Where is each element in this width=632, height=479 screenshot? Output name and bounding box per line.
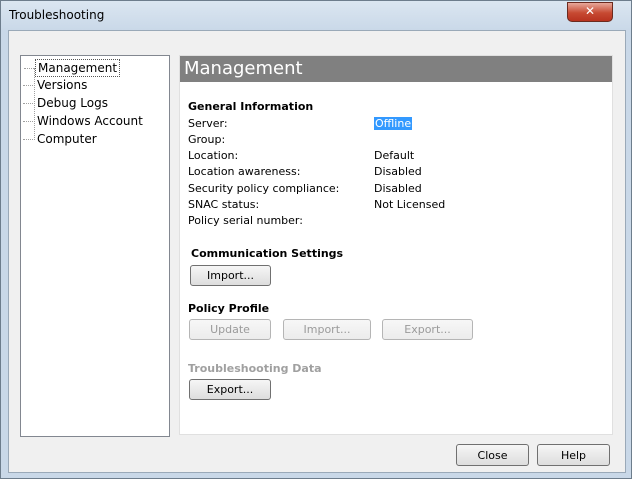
security-policy-compliance-label: Security policy compliance:: [188, 182, 340, 195]
tree-item-windows-account[interactable]: Windows Account: [23, 113, 145, 129]
snac-status-label: SNAC status:: [188, 198, 260, 211]
policy-serial-number-label: Policy serial number:: [188, 214, 303, 227]
dialog-client-area: Management Versions Debug Logs Windows A…: [8, 30, 626, 473]
tree-item-label: Management: [38, 61, 118, 75]
tree-item-label: Computer: [37, 132, 97, 146]
policy-export-button[interactable]: Export...: [382, 319, 473, 340]
tree-item-versions[interactable]: Versions: [23, 77, 89, 93]
security-policy-compliance-value: Disabled: [374, 182, 422, 195]
policy-import-button[interactable]: Import...: [283, 319, 371, 340]
window-title: Troubleshooting: [9, 8, 105, 22]
communication-settings-heading: Communication Settings: [191, 247, 344, 260]
location-awareness-label: Location awareness:: [188, 165, 301, 178]
tree-item-debug-logs[interactable]: Debug Logs: [23, 95, 110, 111]
title-bar: Troubleshooting ✕: [1, 1, 631, 29]
tree-item-computer[interactable]: Computer: [23, 131, 99, 147]
troubleshooting-window: Troubleshooting ✕ Management Versions De…: [0, 0, 632, 479]
management-panel: Management General Information Server: O…: [179, 55, 613, 435]
troubleshooting-data-heading: Troubleshooting Data: [188, 362, 322, 375]
location-label: Location:: [188, 149, 239, 162]
snac-status-value: Not Licensed: [374, 198, 446, 211]
policy-update-button[interactable]: Update: [189, 319, 271, 340]
panel-title: Management: [180, 56, 612, 82]
communication-import-button[interactable]: Import...: [190, 265, 271, 286]
tree-item-management[interactable]: Management: [24, 59, 121, 77]
server-label: Server:: [188, 117, 228, 130]
tree-item-label: Debug Logs: [37, 96, 108, 110]
help-button[interactable]: Help: [537, 444, 610, 466]
close-button[interactable]: Close: [456, 444, 529, 466]
troubleshooting-export-button[interactable]: Export...: [189, 379, 271, 400]
general-information-heading: General Information: [188, 100, 314, 113]
location-value: Default: [374, 149, 415, 162]
tree-item-label: Windows Account: [37, 114, 143, 128]
tree-item-label: Versions: [37, 78, 88, 92]
group-label: Group:: [188, 133, 226, 146]
policy-profile-heading: Policy Profile: [188, 302, 270, 315]
close-window-icon[interactable]: ✕: [567, 2, 613, 22]
location-awareness-value: Disabled: [374, 165, 422, 178]
server-value[interactable]: Offline: [374, 117, 413, 130]
navigation-tree: Management Versions Debug Logs Windows A…: [20, 55, 170, 437]
